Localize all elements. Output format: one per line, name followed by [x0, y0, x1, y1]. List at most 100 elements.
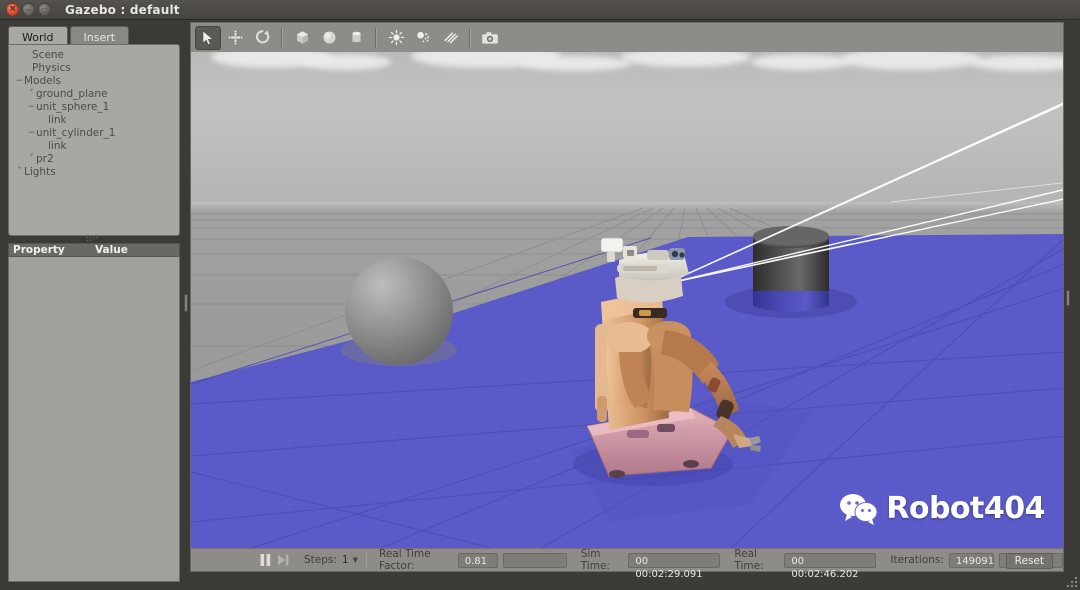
tree-item[interactable]: Scene: [9, 49, 179, 62]
steps-value: 1: [341, 554, 349, 566]
right-splitter-handle[interactable]: [1066, 290, 1070, 306]
step-forward-icon: [278, 554, 289, 566]
real-time-factor-value: 0.81: [457, 552, 498, 568]
box-icon: [296, 31, 308, 44]
insert-box-button[interactable]: [289, 26, 315, 50]
reset-button[interactable]: Reset: [1005, 553, 1053, 569]
column-header-property: Property: [13, 243, 65, 256]
column-header-value: Value: [95, 243, 128, 256]
tree-expander-icon[interactable]: ˇ: [27, 88, 36, 101]
tree-item[interactable]: ˇ pr2: [9, 153, 179, 166]
chevron-down-icon[interactable]: ▼: [353, 556, 358, 564]
point-light-icon: [388, 29, 404, 46]
directional-light-icon: [443, 32, 458, 44]
pr2-robot-geometry: [573, 237, 761, 486]
insert-point-light-button[interactable]: [383, 26, 409, 50]
unit-sphere-1: [341, 257, 457, 366]
real-time-value: 00 00:02:46.202: [784, 552, 877, 580]
translate-mode-button[interactable]: [222, 26, 248, 50]
tree-item-label: Physics: [32, 62, 71, 74]
tree-expander-icon[interactable]: −: [27, 101, 36, 114]
tree-item-label: Lights: [24, 166, 56, 178]
screenshot-button[interactable]: [477, 26, 503, 50]
tree-item[interactable]: ˇ ground_plane: [9, 88, 179, 101]
resize-grip[interactable]: [1064, 574, 1077, 587]
tree-item-label: pr2: [36, 153, 54, 165]
minimize-icon: −: [25, 6, 32, 14]
world-tree-list: Scene Physics − Models ˇ ground_plane − unit_sp…: [9, 45, 179, 179]
tree-expander-icon[interactable]: ˇ: [27, 153, 36, 166]
tree-item-label: unit_cylinder_1: [36, 127, 116, 139]
sim-time-value: 00 00:02:29.091: [628, 552, 721, 580]
maximize-button[interactable]: ◻: [38, 3, 51, 16]
tree-item[interactable]: Physics: [9, 62, 179, 75]
translate-icon: [226, 29, 244, 46]
window-controls: × − ◻: [0, 3, 51, 16]
tree-item-label: unit_sphere_1: [36, 101, 110, 113]
sim-time-label: Sim Time:: [580, 548, 610, 572]
select-mode-button[interactable]: [195, 25, 221, 50]
window-title: Gazebo : default: [65, 2, 180, 17]
select-arrow-icon: [202, 29, 214, 45]
insert-sphere-button[interactable]: [316, 26, 342, 50]
render-viewport[interactable]: Robot404: [190, 52, 1064, 548]
steps-control[interactable]: Steps: 1 ▼: [300, 554, 358, 566]
insert-spot-light-button[interactable]: [410, 26, 436, 50]
gazebo-window: × − ◻ Gazebo : default World Insert Scen…: [0, 0, 1080, 590]
left-panel: World Insert Scene Physics − Models ˇ ground_…: [0, 20, 186, 590]
tree-item[interactable]: − unit_sphere_1: [9, 101, 179, 114]
world-tree[interactable]: Scene Physics − Models ˇ ground_plane − unit_sp…: [8, 44, 180, 236]
tree-item[interactable]: − Models: [9, 75, 179, 88]
vertical-splitter[interactable]: [183, 24, 190, 586]
iterations-label: Iterations:: [890, 554, 944, 566]
iterations-value: 149091: [948, 552, 994, 568]
pause-button[interactable]: [256, 551, 274, 569]
status-bar: Steps: 1 ▼ Real Time Factor: 0.81 Sim Ti…: [190, 548, 1064, 580]
tree-expander-icon[interactable]: −: [27, 127, 36, 140]
tree-expander-icon[interactable]: −: [15, 75, 24, 88]
screenshot-icon: [482, 31, 498, 44]
steps-label: Steps:: [304, 554, 337, 566]
real-time-factor-label: Real Time Factor:: [379, 548, 431, 572]
rotate-mode-button[interactable]: [249, 26, 275, 50]
tree-item[interactable]: link: [9, 114, 179, 127]
step-forward-button[interactable]: [274, 551, 292, 569]
vertical-splitter-handle[interactable]: [184, 294, 188, 312]
property-table-header: Property Value: [8, 243, 180, 257]
toolbar-separator-3: [469, 27, 471, 48]
tree-item[interactable]: ˇ Lights: [9, 166, 179, 179]
minimize-button[interactable]: −: [22, 3, 35, 16]
maximize-icon: ◻: [41, 6, 48, 14]
scene-toolbar: [190, 22, 1064, 52]
tree-expander-icon[interactable]: ˇ: [15, 166, 24, 179]
property-table-body[interactable]: [8, 257, 180, 582]
toolbar-separator-2: [375, 27, 377, 48]
tree-item[interactable]: link: [9, 140, 179, 153]
pr2-robot[interactable]: [561, 212, 761, 512]
tree-item-label: Scene: [32, 49, 65, 61]
spot-light-icon: [416, 31, 429, 43]
wechat-icon: [840, 493, 878, 525]
watermark: Robot404: [839, 491, 1045, 526]
close-icon: ×: [8, 4, 17, 14]
close-button[interactable]: ×: [6, 3, 19, 16]
toolbar-separator-1: [281, 27, 283, 48]
tree-item-label: link: [48, 114, 67, 126]
panel-splitter-handle[interactable]: [86, 236, 100, 242]
watermark-text: Robot404: [886, 491, 1045, 526]
real-time-factor-spacer: [502, 552, 567, 568]
rotate-icon: [255, 30, 269, 44]
real-time-label: Real Time:: [734, 548, 764, 572]
status-separator-1: [366, 553, 367, 567]
tree-item-label: ground_plane: [36, 88, 108, 100]
tree-item[interactable]: − unit_cylinder_1: [9, 127, 179, 140]
tree-item-label: Models: [24, 75, 61, 87]
right-splitter[interactable]: [1064, 22, 1072, 574]
sphere-icon: [323, 31, 335, 44]
cylinder-icon: [351, 31, 361, 43]
insert-cylinder-button[interactable]: [343, 26, 369, 50]
title-bar: × − ◻ Gazebo : default: [0, 0, 1080, 20]
insert-directional-light-button[interactable]: [437, 26, 463, 50]
pause-icon: [260, 554, 270, 566]
tree-item-label: link: [48, 140, 67, 152]
